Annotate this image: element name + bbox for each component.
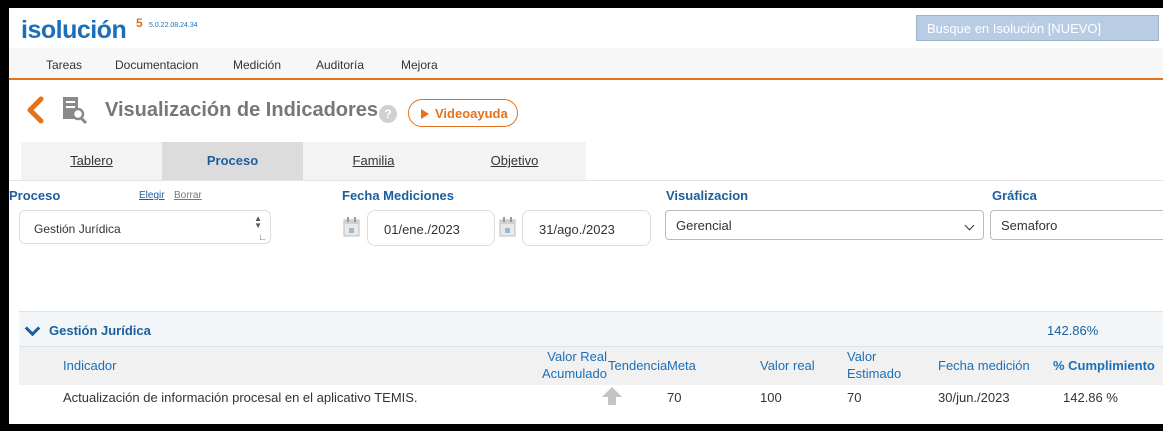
col-valor-real-acumulado-line1[interactable]: Valor Real bbox=[527, 349, 607, 364]
group-header[interactable]: Gestión Jurídica 142.86% bbox=[19, 311, 1163, 347]
help-icon[interactable]: ? bbox=[379, 105, 397, 123]
menu-item-documentacion[interactable]: Documentacion bbox=[115, 58, 198, 72]
col-valor-real-acumulado-line2[interactable]: Acumulado bbox=[527, 366, 607, 381]
version-label: 5.0.22.08.24.34 bbox=[149, 22, 198, 29]
chevron-down-icon[interactable] bbox=[24, 320, 41, 337]
view-tabs: Tablero Proceso Familia Objetivo bbox=[21, 142, 586, 180]
grafica-label: Gráfica bbox=[992, 188, 1037, 203]
back-icon[interactable] bbox=[24, 96, 46, 124]
proceso-label: Proceso bbox=[9, 188, 61, 203]
col-indicador[interactable]: Indicador bbox=[63, 358, 116, 373]
arrow-up-icon bbox=[602, 387, 622, 405]
menu-item-auditoria[interactable]: Auditoría bbox=[316, 58, 364, 72]
visualizacion-label: Visualizacion bbox=[666, 188, 749, 203]
col-meta[interactable]: Meta bbox=[667, 358, 696, 373]
menu-item-medicion[interactable]: Medición bbox=[233, 58, 281, 72]
resize-handle-icon[interactable]: ∟ bbox=[258, 232, 267, 242]
col-valor-estimado-line2[interactable]: Estimado bbox=[847, 366, 901, 381]
menu-item-tareas[interactable]: Tareas bbox=[46, 58, 82, 72]
search-input[interactable]: Busque en Isolución [NUEVO] bbox=[916, 15, 1159, 41]
elegir-link[interactable]: Elegir bbox=[139, 190, 165, 201]
document-icon bbox=[63, 97, 87, 124]
tab-familia[interactable]: Familia bbox=[303, 142, 444, 180]
cell-meta: 70 bbox=[667, 390, 682, 405]
group-title: Gestión Jurídica bbox=[49, 323, 151, 338]
grafica-select[interactable]: Semaforo bbox=[990, 210, 1163, 240]
play-icon bbox=[421, 109, 429, 119]
col-cumplimiento[interactable]: % Cumplimiento bbox=[1053, 358, 1155, 373]
visualizacion-value: Gerencial bbox=[676, 218, 732, 233]
col-tendencia[interactable]: Tendencia bbox=[608, 358, 667, 373]
group-percent: 142.86% bbox=[1047, 323, 1099, 338]
videoayuda-label: Videoayuda bbox=[435, 106, 508, 121]
top-bar: isolución 5 5.0.22.08.24.34 Busque en Is… bbox=[9, 8, 1163, 48]
col-fecha-medicion[interactable]: Fecha medición bbox=[938, 358, 1030, 373]
cell-indicador[interactable]: Actualización de información procesal en… bbox=[63, 390, 418, 405]
borrar-link[interactable]: Borrar bbox=[174, 190, 202, 201]
cell-valor-estimado: 70 bbox=[847, 390, 862, 405]
proceso-field[interactable]: Gestión Jurídica ▲ ▼ ∟ bbox=[19, 210, 271, 244]
grafica-value: Semaforo bbox=[1001, 218, 1058, 233]
tab-tablero[interactable]: Tablero bbox=[21, 142, 162, 180]
table-row[interactable]: Actualización de información procesal en… bbox=[19, 385, 1163, 409]
tab-proceso[interactable]: Proceso bbox=[162, 142, 303, 180]
cell-fecha-medicion: 30/jun./2023 bbox=[938, 390, 1010, 405]
col-valor-real[interactable]: Valor real bbox=[760, 358, 815, 373]
app-window: isolución 5 5.0.22.08.24.34 Busque en Is… bbox=[9, 8, 1163, 424]
table-header: Indicador Valor Real Acumulado Tendencia… bbox=[19, 347, 1163, 385]
cell-valor-real: 100 bbox=[760, 390, 782, 405]
proceso-value: Gestión Jurídica bbox=[34, 222, 121, 236]
divider bbox=[9, 180, 1163, 181]
fecha-fin-input[interactable]: 31/ago./2023 bbox=[522, 210, 651, 246]
main-menu: Tareas Documentacion Medición Auditoría … bbox=[9, 48, 1163, 80]
calendar-icon[interactable] bbox=[343, 217, 360, 237]
menu-item-mejora[interactable]: Mejora bbox=[401, 58, 438, 72]
fecha-mediciones-label: Fecha Mediciones bbox=[342, 188, 454, 203]
fecha-inicio-input[interactable]: 01/ene./2023 bbox=[367, 210, 495, 246]
calendar-icon[interactable] bbox=[499, 217, 516, 237]
videoayuda-button[interactable]: Videoayuda bbox=[408, 99, 518, 127]
spinner-icon[interactable]: ▲ ▼ bbox=[254, 215, 262, 230]
cell-cumplimiento: 142.86 % bbox=[1063, 390, 1118, 405]
page-title: Visualización de Indicadores bbox=[105, 99, 379, 121]
chevron-down-icon bbox=[964, 220, 975, 231]
visualizacion-select[interactable]: Gerencial bbox=[665, 210, 984, 240]
logo-version-mark: 5 bbox=[136, 16, 143, 30]
app-logo[interactable]: isolución bbox=[21, 16, 127, 45]
tab-objetivo[interactable]: Objetivo bbox=[444, 142, 585, 180]
col-valor-estimado-line1[interactable]: Valor bbox=[847, 349, 876, 364]
